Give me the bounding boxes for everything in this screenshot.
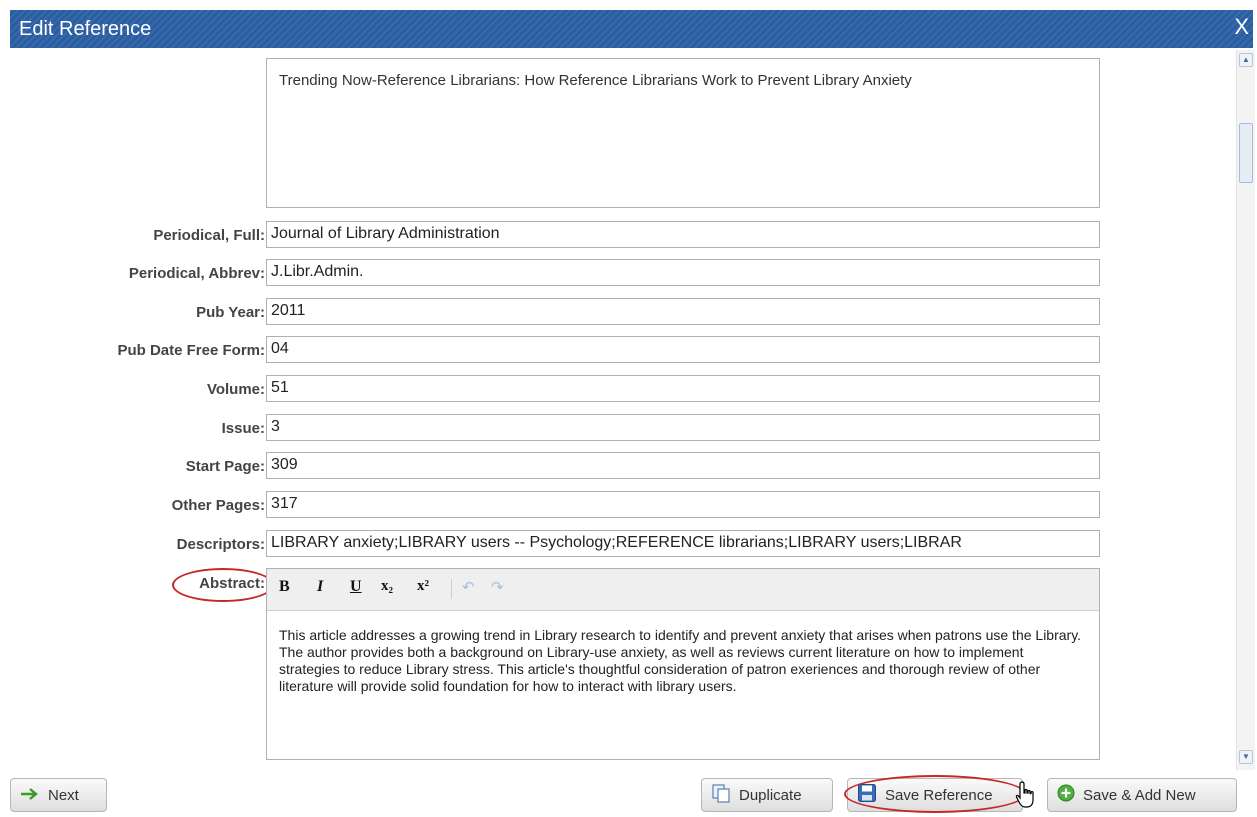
other-pages-input[interactable]: 317 [266, 491, 1100, 518]
dialog-titlebar: Edit Reference X [10, 10, 1253, 48]
underline-button[interactable]: U [350, 578, 362, 596]
next-label: Next [48, 786, 79, 804]
toolbar-divider [451, 579, 452, 599]
abstract-text[interactable]: This article addresses a growing trend i… [267, 611, 1099, 695]
subscript-button[interactable]: x₂ [381, 578, 393, 595]
abstract-editor[interactable]: B I U x₂ x² ↶ ↷ This article addresses a… [266, 568, 1100, 760]
field-label: Other Pages: [171, 497, 265, 514]
plus-circle-icon [1057, 784, 1075, 806]
save-highlight-circle [844, 775, 1026, 813]
italic-button[interactable]: I [317, 578, 323, 596]
title-textarea[interactable]: Trending Now-Reference Librarians: How R… [266, 58, 1100, 208]
save-add-new-button[interactable]: Save & Add New [1047, 778, 1237, 812]
editor-toolbar: B I U x₂ x² ↶ ↷ [267, 569, 1099, 611]
scroll-up-arrow-icon[interactable]: ▲ [1239, 53, 1253, 67]
close-button[interactable]: X [1234, 14, 1249, 40]
dialog-title: Edit Reference [19, 18, 152, 40]
field-label: Volume: [206, 381, 265, 398]
save-add-new-label: Save & Add New [1083, 786, 1196, 804]
scrollbar-thumb[interactable] [1239, 123, 1253, 183]
pub-date-free-form-input[interactable]: 04 [266, 336, 1100, 363]
scroll-down-arrow-icon[interactable]: ▼ [1239, 750, 1253, 764]
hand-cursor-icon [1014, 780, 1038, 810]
periodical-full-input[interactable]: Journal of Library Administration [266, 221, 1100, 248]
periodical-abbrev-input[interactable]: J.Libr.Admin. [266, 259, 1100, 286]
field-label: Pub Date Free Form: [117, 342, 265, 359]
field-label: Periodical, Full: [153, 227, 265, 244]
field-label: Descriptors: [176, 536, 265, 553]
pub-year-input[interactable]: 2011 [266, 298, 1100, 325]
duplicate-button[interactable]: Duplicate [701, 778, 833, 812]
arrow-right-icon [20, 787, 40, 804]
abstract-highlight-circle [172, 568, 274, 602]
undo-icon[interactable]: ↶ [462, 578, 475, 596]
redo-icon[interactable]: ↷ [491, 578, 504, 596]
next-button[interactable]: Next [10, 778, 107, 812]
duplicate-label: Duplicate [739, 786, 802, 804]
vertical-scrollbar[interactable]: ▲ ▼ [1236, 50, 1255, 770]
volume-input[interactable]: 51 [266, 375, 1100, 402]
superscript-button[interactable]: x² [417, 578, 429, 595]
field-label: Periodical, Abbrev: [128, 265, 265, 282]
issue-input[interactable]: 3 [266, 414, 1100, 441]
start-page-input[interactable]: 309 [266, 452, 1100, 479]
bold-button[interactable]: B [279, 578, 290, 596]
copy-icon [711, 783, 731, 807]
field-label: Issue: [221, 420, 265, 437]
descriptors-input[interactable]: LIBRARY anxiety;LIBRARY users -- Psychol… [266, 530, 1100, 557]
field-label: Start Page: [185, 458, 265, 475]
field-label: Pub Year: [196, 304, 265, 321]
